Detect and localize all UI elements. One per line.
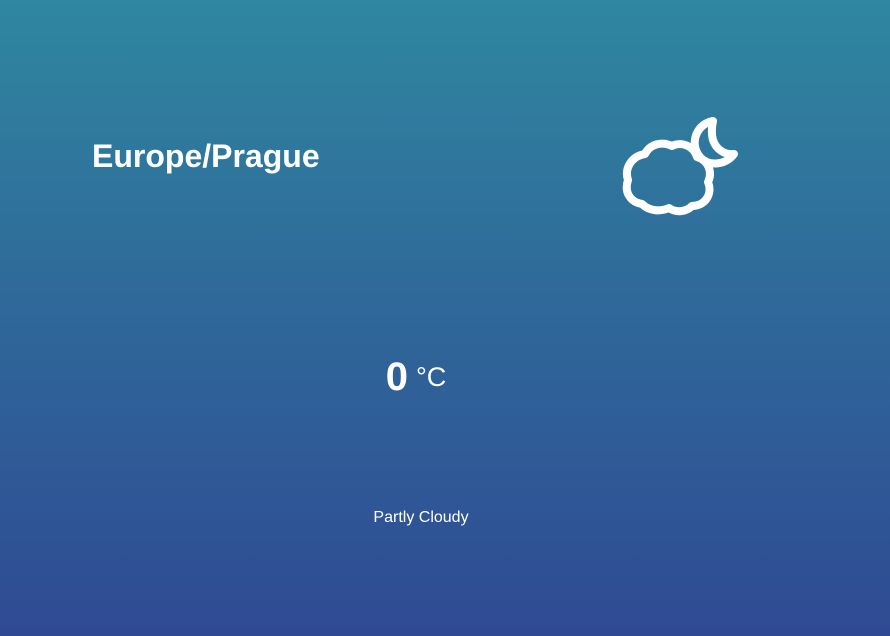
- partly-cloudy-night-icon: [620, 110, 750, 220]
- weather-app: { "location": { "timezone": "Europe/Prag…: [0, 0, 890, 636]
- weather-description: Partly Cloudy: [373, 509, 469, 526]
- temperature-display: 0 °C: [0, 355, 832, 400]
- temperature-value: 0: [385, 355, 408, 399]
- temperature-unit: °C: [415, 362, 447, 392]
- location-timezone: Europe/Prague: [92, 138, 320, 174]
